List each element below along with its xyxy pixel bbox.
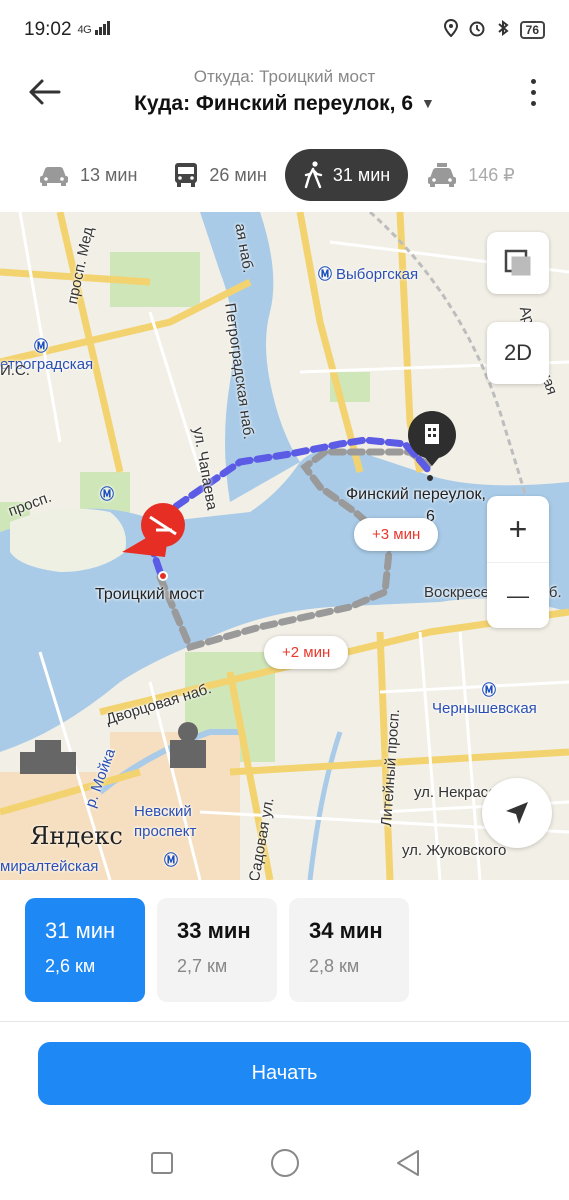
route-to: Куда: Финский переулок, 6: [134, 92, 414, 115]
more-dot-icon: [530, 89, 536, 95]
alt-route-bubble-2[interactable]: +2 мин: [264, 636, 349, 669]
route-time: 33 мин: [177, 918, 251, 943]
route-option-2[interactable]: 33 мин 2,7 км: [157, 898, 277, 1002]
navigation-arrow-icon: [506, 802, 528, 824]
bus-icon: [173, 162, 199, 188]
metro-icon: Ⓜ: [100, 486, 114, 502]
route-to-selector[interactable]: Куда: Финский переулок, 6 ▼: [0, 92, 569, 116]
caret-down-icon: ▼: [421, 95, 435, 111]
label-troitsky-most: Троицкий мост: [95, 586, 205, 603]
metro-icon: Ⓜ: [318, 266, 332, 282]
tab-car-label: 13 мин: [80, 164, 138, 185]
tab-car[interactable]: 13 мин: [0, 149, 155, 201]
metro-icon: Ⓜ: [482, 682, 496, 698]
label-zhukovskogo: ул. Жуковского: [402, 842, 507, 859]
start-navigation-button[interactable]: Начать: [38, 1042, 531, 1105]
route-distance: 2,7 км: [177, 956, 228, 976]
route-option-1[interactable]: 31 мин 2,6 км: [25, 898, 145, 1002]
system-back-button[interactable]: [388, 1143, 428, 1183]
layers-icon: [504, 249, 531, 276]
status-time: 19:02: [24, 19, 72, 40]
route-distance: 2,6 км: [45, 956, 96, 976]
map-view[interactable]: Ⓜ Выборгская Ⓜетроградская Ⓜ Чернышевская …: [0, 212, 569, 880]
recent-apps-button[interactable]: [142, 1143, 182, 1183]
route-from[interactable]: Откуда: Троицкий мост: [0, 67, 569, 87]
system-nav-bar: [0, 1126, 569, 1200]
square-icon: [150, 1152, 173, 1174]
tab-bus[interactable]: 26 мин: [155, 149, 284, 201]
metro-admiralteyskaya: миралтейская: [0, 858, 99, 875]
zoom-in-button[interactable]: +: [487, 496, 549, 562]
map-canvas: [0, 212, 569, 880]
layers-button[interactable]: [487, 232, 549, 294]
route-time: 31 мин: [45, 918, 116, 943]
status-bar: 19:02 4G 76: [0, 0, 569, 60]
view-mode-button[interactable]: 2D: [487, 322, 549, 384]
tab-walk[interactable]: 31 мин: [284, 149, 409, 201]
zoom-controls: + —: [487, 496, 549, 628]
my-location-button[interactable]: [482, 778, 552, 848]
yandex-logo: Яндекс: [30, 822, 123, 850]
route-header: Откуда: Троицкий мост Куда: Финский пере…: [0, 60, 569, 140]
route-time: 34 мин: [309, 918, 383, 943]
metro-vyborgskaya: Ⓜ Выборгская: [318, 266, 419, 283]
transport-mode-tabs: 13 мин 26 мин 31 мин 146 ₽: [0, 148, 569, 202]
tab-bus-label: 26 мин: [209, 164, 267, 185]
network-indicator: 4G: [77, 24, 92, 36]
walking-icon: [303, 161, 323, 189]
tab-taxi-label: 146 ₽: [468, 164, 515, 185]
route-option-3[interactable]: 34 мин 2,8 км: [289, 898, 409, 1002]
tab-taxi[interactable]: 146 ₽: [408, 149, 533, 201]
metro-gorkovskaya-icon: Ⓜ: [100, 484, 118, 504]
metro-icon: Ⓜ: [164, 852, 178, 868]
more-dot-icon: [530, 100, 536, 106]
alarm-icon: [468, 19, 486, 42]
bluetooth-icon: [496, 19, 510, 42]
tab-walk-label: 31 мин: [332, 164, 391, 185]
metro-nevsky-icon: Ⓜ: [164, 850, 182, 870]
location-icon: [443, 18, 458, 42]
zoom-out-button[interactable]: —: [487, 562, 549, 628]
route-options: 31 мин 2,6 км 33 мин 2,7 км 34 мин 2,8 к…: [0, 880, 569, 1022]
battery-indicator: 76: [519, 21, 545, 39]
triangle-back-icon: [396, 1150, 419, 1176]
more-menu-button[interactable]: [521, 68, 545, 116]
metro-chernyshevskaya: Ⓜ Чернышевская: [432, 682, 537, 717]
route-distance: 2,8 км: [309, 956, 360, 976]
label-finsky-pereulok: Финский переулок,: [346, 486, 486, 503]
home-button[interactable]: [265, 1143, 305, 1183]
signal-icon: [95, 20, 111, 40]
taxi-icon: [426, 162, 458, 188]
metro-nevsky: Невский проспект: [134, 803, 197, 840]
more-dot-icon: [530, 78, 536, 84]
circle-icon: [270, 1149, 299, 1177]
car-icon: [38, 163, 70, 187]
label-is: И.С.: [0, 362, 30, 379]
alt-route-bubble-1[interactable]: +3 мин: [354, 518, 439, 551]
metro-icon: Ⓜ: [34, 338, 48, 354]
